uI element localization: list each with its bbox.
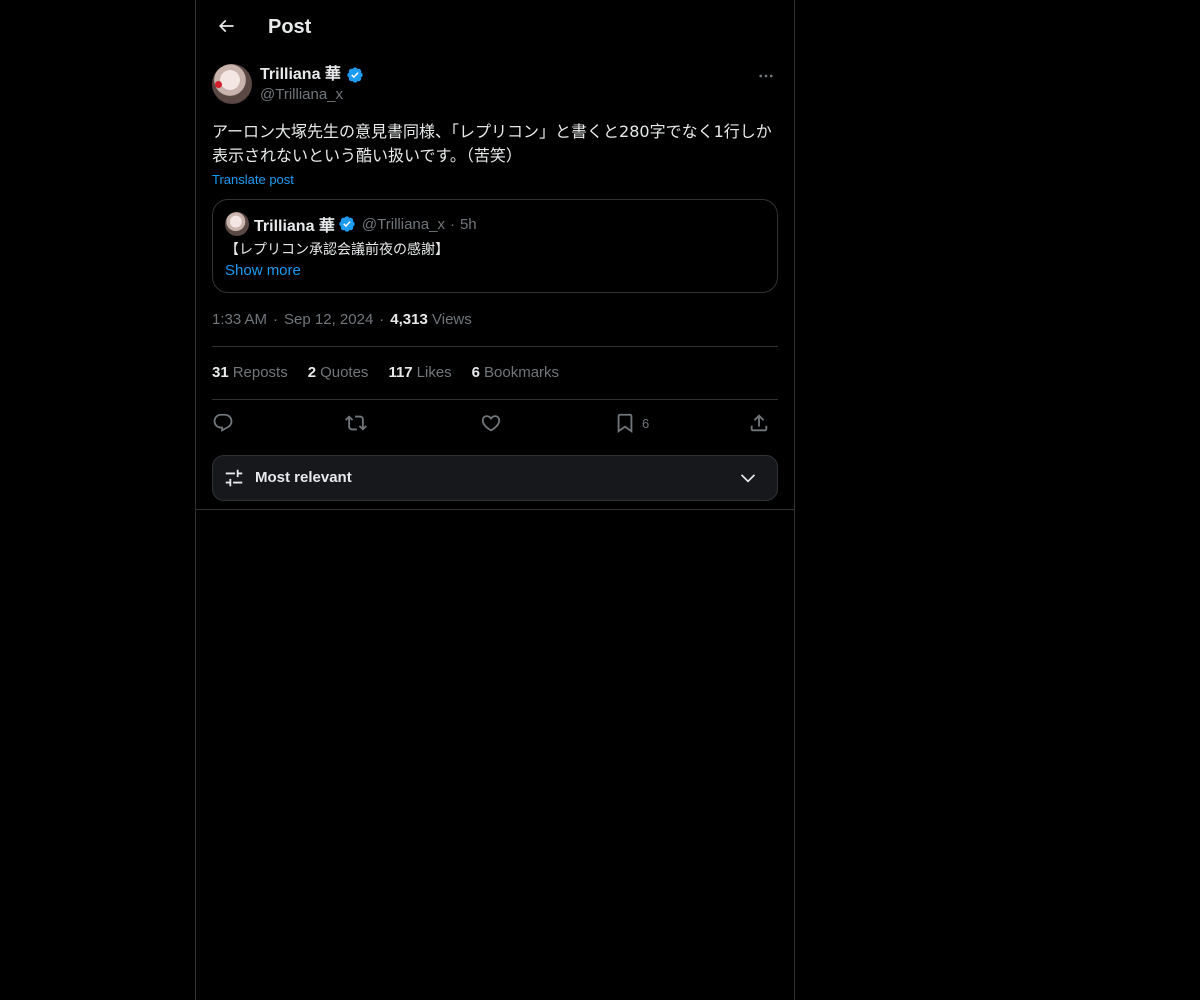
verified-badge-icon: [339, 216, 355, 232]
arrow-left-icon: [218, 19, 234, 33]
quotes-stat[interactable]: 2 Quotes: [308, 363, 369, 383]
post-text: アーロン大塚先生の意見書同様、「レプリコン」と書くと280字でなく1行しか表示さ…: [212, 122, 772, 165]
quote-author-name: Trilliana 華: [254, 218, 335, 235]
reply-button[interactable]: [212, 408, 234, 438]
stats-row: 31 Reposts 2 Quotes 117 Likes 6 Bookmarks: [212, 363, 559, 383]
share-icon: [750, 414, 768, 432]
quote-timestamp: 5h: [459, 215, 477, 233]
bookmark-button[interactable]: 6: [614, 408, 649, 438]
bookmark-icon: [617, 413, 633, 434]
likes-stat[interactable]: 117 Likes: [388, 363, 451, 383]
like-button[interactable]: [480, 408, 502, 438]
show-more-link[interactable]: Show more: [225, 261, 301, 281]
reply-sort-selector[interactable]: Most relevant: [212, 455, 778, 501]
post-meta: 1:33 AM · Sep 12, 2024 · 4,313 Views: [212, 311, 472, 328]
quote-text: 【レプリコン承認会議前夜の感謝】: [225, 242, 449, 258]
divider: [196, 509, 794, 510]
author-name[interactable]: Trilliana 華: [260, 64, 341, 85]
more-options-button[interactable]: [754, 64, 778, 88]
quoted-post[interactable]: Trilliana 華 @Trilliana_x · 5h 【レプリコン承認会議…: [212, 199, 778, 293]
quote-avatar: [225, 212, 249, 236]
verified-badge-icon: [347, 66, 363, 83]
bookmark-count: 6: [642, 415, 650, 431]
quote-header: Trilliana 華 @Trilliana_x · 5h: [225, 212, 477, 236]
reply-icon: [213, 413, 233, 432]
views-count: 4,313: [390, 311, 428, 328]
divider: [212, 346, 778, 347]
repost-icon: [345, 415, 367, 431]
translate-post-link[interactable]: Translate post: [212, 171, 778, 189]
author-name-wrap[interactable]: Trilliana 華: [260, 64, 364, 85]
more-horizontal-icon: [759, 74, 773, 78]
page-title: Post: [268, 16, 312, 38]
quote-separator: ·: [449, 215, 455, 233]
quote-author-handle: @Trilliana_x: [361, 215, 445, 233]
share-button[interactable]: [748, 408, 770, 438]
back-button[interactable]: [208, 8, 244, 44]
repost-button[interactable]: [345, 408, 367, 438]
avatar[interactable]: [212, 64, 252, 104]
post-date[interactable]: Sep 12, 2024: [284, 311, 373, 328]
reposts-stat[interactable]: 31 Reposts: [212, 363, 288, 383]
bookmarks-stat[interactable]: 6 Bookmarks: [472, 363, 559, 383]
heart-icon: [481, 415, 501, 432]
chevron-down-icon: [740, 474, 756, 483]
actions-row: 6: [212, 408, 778, 438]
post: Trilliana 華 @Trilliana_x アーロン大塚先生の意見書同様、…: [212, 64, 778, 189]
views-label: Views: [432, 311, 472, 328]
author-row: Trilliana 華 @Trilliana_x: [212, 64, 778, 106]
divider: [212, 399, 778, 400]
header: Post: [196, 0, 794, 53]
sliders-icon: [225, 469, 243, 487]
sort-label: Most relevant: [255, 469, 352, 486]
post-time[interactable]: 1:33 AM: [212, 311, 267, 328]
author-handle[interactable]: @Trilliana_x: [260, 85, 343, 105]
main-column: Post Trilliana 華 @Trilliana_x アーロン大塚先生の意…: [195, 0, 795, 1000]
